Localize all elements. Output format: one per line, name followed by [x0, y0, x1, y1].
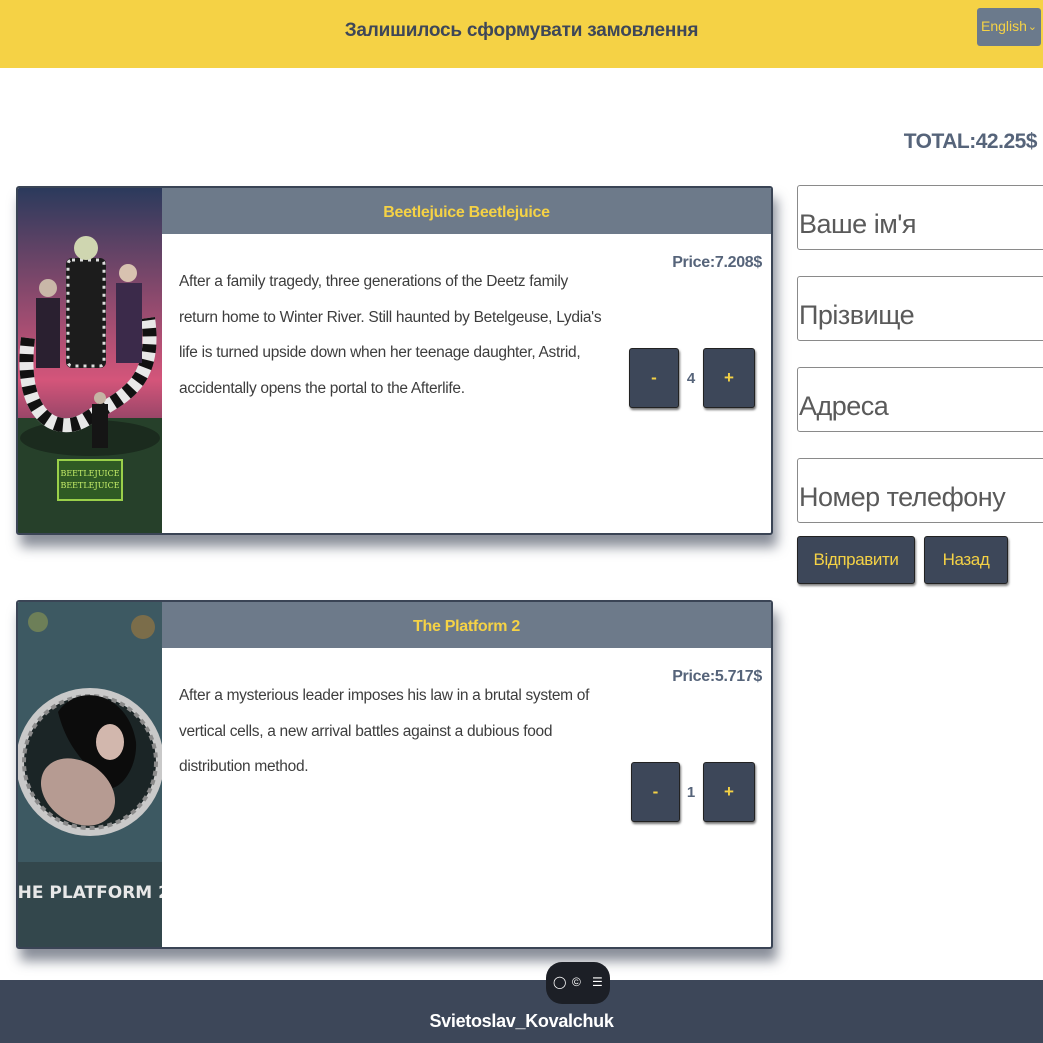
back-button[interactable]: Назад — [924, 536, 1008, 584]
first-name-field[interactable] — [797, 185, 1043, 250]
movie-poster[interactable]: THE PLATFORM 2 — [18, 602, 162, 947]
decrease-quantity-button[interactable]: - — [631, 762, 680, 822]
comment-icon[interactable]: ◯ — [553, 975, 566, 989]
last-name-field[interactable] — [797, 276, 1043, 341]
movie-description: After a mysterious leader imposes his la… — [179, 687, 590, 775]
submit-button[interactable]: Відправити — [797, 536, 915, 584]
footer-author: Svietoslav_Kovalchuk — [429, 1011, 614, 1031]
movie-title: The Platform 2 — [413, 618, 520, 635]
increase-quantity-button[interactable]: + — [703, 348, 755, 408]
footer: Svietoslav_Kovalchuk — [0, 980, 1043, 1043]
poster-title: THE PLATFORM 2 — [18, 883, 162, 903]
increase-quantity-button[interactable]: + — [703, 762, 755, 822]
movie-price: Price:5.717$ — [672, 668, 762, 685]
poster-title-line2: BEETLEJUICE — [60, 481, 119, 490]
movie-poster[interactable]: BEETLEJUICE BEETLEJUICE — [18, 188, 162, 533]
quantity-value: 4 — [686, 370, 696, 387]
movie-description: After a family tragedy, three generation… — [179, 273, 602, 397]
quantity-value: 1 — [686, 784, 696, 801]
language-select-value: English — [981, 18, 1027, 34]
order-total: TOTAL:42.25$ — [903, 130, 1038, 153]
card-header: Beetlejuice Beetlejuice — [162, 188, 771, 234]
phone-field[interactable] — [797, 458, 1043, 523]
movie-title: Beetlejuice Beetlejuice — [383, 204, 550, 221]
menu-icon[interactable]: ☰ — [592, 975, 603, 989]
cart-item: BEETLEJUICE BEETLEJUICE Beetlejuice Beet… — [16, 186, 773, 535]
language-select[interactable]: English ⌄ — [977, 8, 1041, 46]
movie-price: Price:7.208$ — [672, 254, 762, 271]
card-header: The Platform 2 — [162, 602, 771, 648]
chevron-down-icon: ⌄ — [1027, 21, 1037, 33]
poster-image: BEETLEJUICE BEETLEJUICE — [18, 188, 162, 533]
address-field[interactable] — [797, 367, 1043, 432]
page-title: Залишилось сформувати замовлення — [344, 20, 699, 41]
copyright-icon[interactable]: © — [572, 975, 581, 989]
top-bar: Залишилось сформувати замовлення English… — [0, 0, 1043, 68]
decrease-quantity-button[interactable]: - — [629, 348, 679, 408]
floating-toolbar: ◯ © ☰ — [546, 962, 610, 1004]
cart-item: THE PLATFORM 2 The Platform 2 After a my… — [16, 600, 773, 949]
poster-title-line1: BEETLEJUICE — [60, 469, 119, 478]
poster-image: THE PLATFORM 2 — [18, 602, 162, 947]
